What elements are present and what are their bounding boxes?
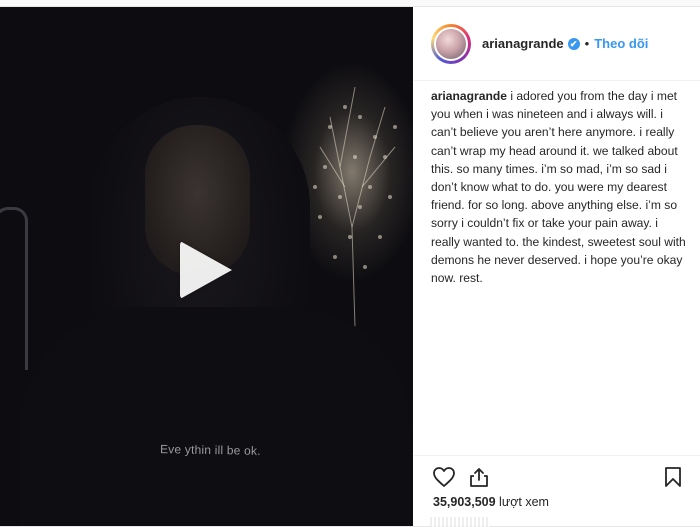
username-link[interactable]: arianagrande xyxy=(482,36,564,51)
caption-username[interactable]: arianagrande xyxy=(431,89,507,103)
instagram-post: Eve ythin ill be ok. arianagrande ✔ • Th… xyxy=(0,6,700,527)
post-sidebar: arianagrande ✔ • Theo dõi arianagrande i… xyxy=(414,7,700,526)
follow-button[interactable]: Theo dõi xyxy=(594,36,648,51)
caption-text: i adored you from the day i met you when… xyxy=(431,89,686,286)
play-icon[interactable] xyxy=(180,241,232,299)
view-count-number: 35,903,509 xyxy=(433,495,496,509)
action-bar xyxy=(414,455,700,487)
view-count-label: lượt xem xyxy=(499,495,549,509)
heart-icon[interactable] xyxy=(432,466,456,488)
lit-tree xyxy=(313,86,397,327)
avatar[interactable] xyxy=(431,23,471,64)
bookmark-icon[interactable] xyxy=(664,466,682,488)
post-header: arianagrande ✔ • Theo dõi xyxy=(414,7,700,81)
video-player[interactable]: Eve ythin ill be ok. xyxy=(0,7,413,526)
view-count: 35,903,509 lượt xem xyxy=(433,495,549,509)
timestamp-placeholder xyxy=(430,517,490,527)
hoodie-body xyxy=(20,307,410,526)
background-arch xyxy=(0,207,28,370)
avatar-image xyxy=(434,26,468,61)
shirt-print-text: Eve ythin ill be ok. xyxy=(159,442,261,458)
verified-badge-icon: ✔ xyxy=(567,37,580,50)
post-caption: arianagrande i adored you from the day i… xyxy=(431,87,688,287)
share-icon[interactable] xyxy=(468,466,490,488)
separator-dot: • xyxy=(584,36,590,51)
